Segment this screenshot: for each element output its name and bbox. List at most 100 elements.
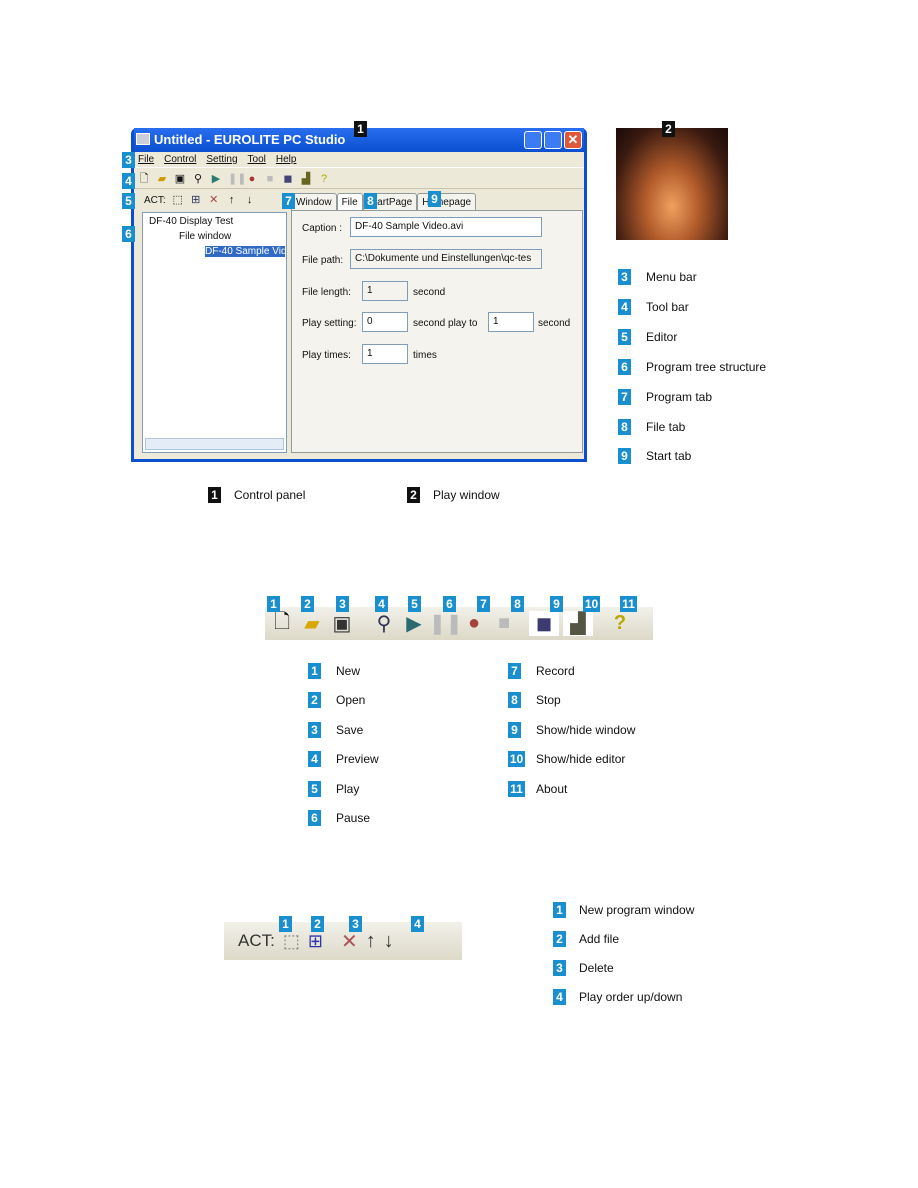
- legend-badge: 3: [553, 960, 566, 976]
- legend-badge: 8: [508, 692, 521, 708]
- add-file-icon[interactable]: ⊞: [190, 194, 202, 206]
- show-window-icon[interactable]: ◼: [282, 173, 294, 185]
- caption-input[interactable]: DF-40 Sample Video.avi: [350, 217, 542, 237]
- caption-badge: 2: [407, 487, 420, 503]
- times-input[interactable]: 1: [362, 344, 408, 364]
- show-editor-icon[interactable]: ▟: [300, 173, 312, 185]
- save-icon[interactable]: ▣: [174, 173, 186, 185]
- show-editor-icon: ▟: [563, 611, 593, 636]
- legend-badge: 6: [308, 810, 321, 826]
- act-label: ACT:: [144, 194, 166, 206]
- menu-file[interactable]: File: [138, 152, 154, 167]
- menu-setting[interactable]: Setting: [206, 152, 237, 167]
- record-icon[interactable]: ●: [246, 173, 258, 185]
- legend-badge: 7: [618, 389, 631, 405]
- legend-badge: 5: [618, 329, 631, 345]
- legend-item: Save: [336, 723, 364, 737]
- minimize-button[interactable]: [524, 131, 542, 149]
- badge-8: 8: [364, 193, 377, 209]
- tree-root[interactable]: DF-40 Display Test: [149, 216, 233, 227]
- legend-badge: 2: [553, 931, 566, 947]
- badge-9: 9: [550, 596, 563, 612]
- tree-leaf[interactable]: DF-40 Sample Video.avi: [205, 246, 285, 257]
- badge-5: 5: [122, 193, 135, 209]
- length-input[interactable]: 1: [362, 281, 408, 301]
- tab-strip: Window File StartPage Homepage: [291, 193, 477, 210]
- pause-icon: ❚❚: [429, 613, 463, 635]
- play-window-image: [616, 128, 728, 240]
- menu-help[interactable]: Help: [276, 152, 297, 167]
- down-icon[interactable]: ↓: [244, 194, 256, 206]
- menu-control[interactable]: Control: [164, 152, 196, 167]
- legend-item: Editor: [646, 330, 678, 344]
- record-icon: ●: [467, 612, 481, 634]
- stop-icon: ■: [497, 612, 511, 634]
- tree-child[interactable]: File window: [179, 231, 231, 242]
- delete-icon[interactable]: ✕: [208, 194, 220, 206]
- badge-1: 1: [354, 121, 367, 137]
- path-label: File path:: [302, 255, 344, 266]
- badge-1: 1: [279, 916, 292, 932]
- preview-icon: ⚲: [376, 613, 392, 635]
- play-setting-label: Play setting:: [302, 318, 357, 329]
- maximize-button[interactable]: [544, 131, 562, 149]
- down-icon: ↓: [383, 929, 394, 952]
- legend-item: Program tab: [646, 390, 713, 404]
- tab-window[interactable]: Window: [291, 193, 337, 210]
- legend-badge: 1: [553, 902, 566, 918]
- menu-tool[interactable]: Tool: [248, 152, 266, 167]
- badge-3: 3: [122, 152, 135, 168]
- play-to-input[interactable]: 1: [488, 312, 534, 332]
- legend-item: Stop: [536, 693, 561, 707]
- legend-badge: 1: [308, 663, 321, 679]
- legend-item: About: [536, 782, 568, 796]
- badge-8: 8: [511, 596, 524, 612]
- preview-icon[interactable]: ⚲: [192, 173, 204, 185]
- tab-homepage[interactable]: Homepage: [417, 193, 477, 210]
- legend-badge: 9: [618, 448, 631, 464]
- legend-item: Play: [336, 782, 360, 796]
- open-icon: ▰: [304, 613, 320, 635]
- play-unit: second: [538, 318, 571, 329]
- badge-4: 4: [375, 596, 388, 612]
- caption-control-panel: Control panel: [234, 488, 306, 502]
- caption-play-window: Play window: [433, 488, 500, 502]
- badge-10: 10: [583, 596, 600, 612]
- menu-bar: File Control Setting Tool Help: [134, 152, 584, 168]
- about-icon[interactable]: ?: [318, 173, 330, 185]
- open-icon[interactable]: ▰: [156, 173, 168, 185]
- legend-badge: 4: [553, 989, 566, 1005]
- up-icon[interactable]: ↑: [226, 194, 238, 206]
- control-panel-window: Untitled - EUROLITE PC Studio ✕ File Con…: [131, 128, 587, 462]
- stop-icon[interactable]: ■: [264, 173, 276, 185]
- pause-icon[interactable]: ❚❚: [228, 173, 246, 185]
- badge-4: 4: [122, 173, 135, 189]
- new-program-window-icon: ⬚: [282, 930, 300, 951]
- close-button[interactable]: ✕: [564, 131, 582, 149]
- play-to-label: second play to: [413, 318, 478, 329]
- badge-7: 7: [477, 596, 490, 612]
- up-icon: ↑: [365, 929, 376, 952]
- tab-file[interactable]: File: [336, 193, 363, 210]
- play-icon: ▶: [406, 613, 422, 635]
- legend-item: Tool bar: [646, 300, 689, 314]
- delete-icon: ✕: [340, 930, 358, 953]
- horizontal-scrollbar[interactable]: [145, 438, 284, 450]
- legend-item: Add file: [579, 932, 620, 946]
- new-program-window-icon[interactable]: ⬚: [172, 194, 184, 206]
- new-icon[interactable]: 🗋: [138, 173, 150, 185]
- badge-2: 2: [301, 596, 314, 612]
- editor-bar-detail: ACT: ⬚ ⊞ ✕ ↑ ↓: [224, 922, 462, 960]
- legend-badge: 10: [508, 751, 525, 767]
- save-icon: ▣: [332, 613, 352, 635]
- legend-item: Record: [536, 664, 575, 678]
- path-input[interactable]: C:\Dokumente und Einstellungen\qc-tes: [350, 249, 542, 269]
- play-icon[interactable]: ▶: [210, 173, 222, 185]
- badge-3: 3: [349, 916, 362, 932]
- legend-badge: 3: [618, 269, 631, 285]
- play-from-input[interactable]: 0: [362, 312, 408, 332]
- badge-2: 2: [311, 916, 324, 932]
- program-tree: DF-40 Display Test File window DF-40 Sam…: [142, 212, 287, 453]
- length-unit: second: [413, 287, 446, 298]
- caption-badge: 1: [208, 487, 221, 503]
